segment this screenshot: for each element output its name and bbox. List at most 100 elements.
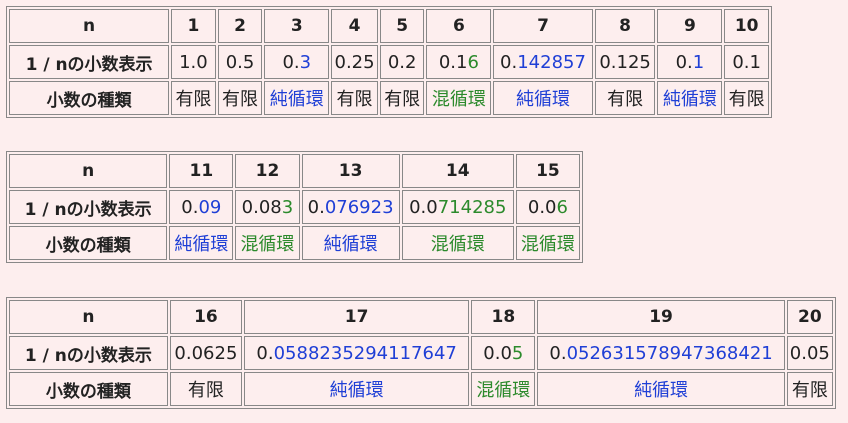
type-cell: 純循環	[169, 226, 234, 260]
n-cell: 19	[537, 300, 785, 334]
decimal-cell: 0.0714285	[401, 190, 514, 224]
decimal-cell: 0.09	[169, 190, 234, 224]
decimal-prefix: 0.1	[438, 51, 468, 73]
decimal-prefix: 0.0	[483, 342, 512, 364]
n-cell: 4	[331, 9, 378, 43]
n-cell: 6	[426, 9, 492, 43]
n-cell: 17	[244, 300, 470, 334]
repeating-digits: 09	[198, 196, 222, 218]
decimal-cell: 0.05	[471, 336, 536, 370]
repeating-digits: 052631578947368421	[566, 342, 773, 364]
decimal-prefix: 0.	[500, 51, 518, 73]
decimal-cell: 0.2	[379, 45, 425, 79]
decimal-prefix: 0.0625	[174, 342, 238, 364]
n-cell: 2	[217, 9, 263, 43]
decimal-prefix: 0.25	[334, 51, 375, 73]
decimal-cell: 0.1	[657, 45, 723, 79]
type-cell: 有限	[594, 81, 656, 115]
type-cell: 混循環	[515, 226, 580, 260]
decimal-cell: 0.125	[594, 45, 656, 79]
type-cell: 純循環	[657, 81, 723, 115]
type-cell: 有限	[379, 81, 425, 115]
decimal-cell: 0.16	[426, 45, 492, 79]
decimal-label: 1 / nの小数表示	[9, 336, 168, 370]
n-cell: 12	[235, 154, 300, 188]
type-cell: 有限	[171, 81, 216, 115]
decimal-label: 1 / nの小数表示	[9, 45, 170, 79]
decimal-table-1: n 1 2 3 4 5 6 7 8 9 10 1 / nの小数表示 1.0 0.…	[6, 6, 772, 118]
n-label: n	[9, 154, 168, 188]
decimal-prefix: 0.1	[732, 51, 761, 73]
n-cell: 20	[786, 300, 833, 334]
decimal-prefix: 0.	[549, 342, 567, 364]
type-cell: 有限	[331, 81, 378, 115]
type-label: 小数の種類	[9, 226, 168, 260]
type-cell: 純循環	[493, 81, 593, 115]
n-row: n 1 2 3 4 5 6 7 8 9 10	[9, 9, 769, 43]
repeating-digits: 3	[299, 51, 312, 73]
decimal-table-3: n 16 17 18 19 20 1 / nの小数表示 0.0625 0.058…	[6, 297, 836, 409]
decimal-label: 1 / nの小数表示	[9, 190, 168, 224]
decimal-cell: 0.083	[235, 190, 300, 224]
type-cell: 混循環	[235, 226, 300, 260]
type-cell: 混循環	[471, 372, 536, 406]
type-cell: 有限	[786, 372, 833, 406]
n-cell: 7	[493, 9, 593, 43]
type-cell: 純循環	[537, 372, 785, 406]
type-label: 小数の種類	[9, 81, 170, 115]
type-row: 小数の種類 有限 有限 純循環 有限 有限 混循環 純循環 有限 純循環 有限	[9, 81, 769, 115]
n-cell: 9	[657, 9, 723, 43]
repeating-digits: 3	[281, 196, 294, 218]
repeating-digits: 1	[692, 51, 705, 73]
decimal-prefix: 0.	[181, 196, 199, 218]
decimal-row: 1 / nの小数表示 1.0 0.5 0.3 0.25 0.2 0.16 0.1…	[9, 45, 769, 79]
n-cell: 18	[471, 300, 536, 334]
type-label: 小数の種類	[9, 372, 168, 406]
decimal-cell: 0.076923	[301, 190, 400, 224]
decimal-prefix: 0.5	[225, 51, 255, 73]
decimal-prefix: 0.	[282, 51, 300, 73]
decimal-table-2: n 11 12 13 14 15 1 / nの小数表示 0.09 0.083 0…	[6, 151, 583, 263]
type-cell: 有限	[724, 81, 769, 115]
decimal-cell: 1.0	[171, 45, 216, 79]
n-cell: 13	[301, 154, 400, 188]
n-cell: 11	[169, 154, 234, 188]
decimal-row: 1 / nの小数表示 0.0625 0.0588235294117647 0.0…	[9, 336, 833, 370]
decimal-prefix: 1.0	[179, 51, 208, 73]
decimal-cell: 0.1	[724, 45, 769, 79]
decimal-cell: 0.142857	[493, 45, 593, 79]
decimal-prefix: 0.	[675, 51, 693, 73]
n-cell: 14	[401, 154, 514, 188]
n-row: n 11 12 13 14 15	[9, 154, 580, 188]
n-cell: 10	[724, 9, 769, 43]
type-cell: 純循環	[244, 372, 470, 406]
type-cell: 混循環	[426, 81, 492, 115]
decimal-cell: 0.06	[515, 190, 580, 224]
decimal-prefix: 0.05	[789, 342, 830, 364]
n-cell: 5	[379, 9, 425, 43]
type-row: 小数の種類 有限 純循環 混循環 純循環 有限	[9, 372, 833, 406]
decimal-prefix: 0.0	[527, 196, 557, 218]
decimal-prefix: 0.125	[599, 51, 651, 73]
n-cell: 3	[264, 9, 330, 43]
decimal-cell: 0.25	[331, 45, 378, 79]
decimal-cell: 0.05	[786, 336, 833, 370]
decimal-prefix: 0.0	[409, 196, 438, 218]
decimal-prefix: 0.2	[387, 51, 417, 73]
n-label: n	[9, 9, 170, 43]
type-row: 小数の種類 純循環 混循環 純循環 混循環 混循環	[9, 226, 580, 260]
n-cell: 8	[594, 9, 656, 43]
decimal-prefix: 0.08	[241, 196, 282, 218]
type-cell: 純循環	[301, 226, 400, 260]
decimal-cell: 0.052631578947368421	[537, 336, 785, 370]
decimal-cell: 0.0625	[169, 336, 243, 370]
n-cell: 15	[515, 154, 580, 188]
type-cell: 有限	[169, 372, 243, 406]
n-row: n 16 17 18 19 20	[9, 300, 833, 334]
decimal-prefix: 0.	[307, 196, 325, 218]
type-cell: 有限	[217, 81, 263, 115]
repeating-digits: 142857	[517, 51, 586, 73]
repeating-digits: 0588235294117647	[273, 342, 457, 364]
n-cell: 16	[169, 300, 243, 334]
decimal-prefix: 0.	[256, 342, 274, 364]
